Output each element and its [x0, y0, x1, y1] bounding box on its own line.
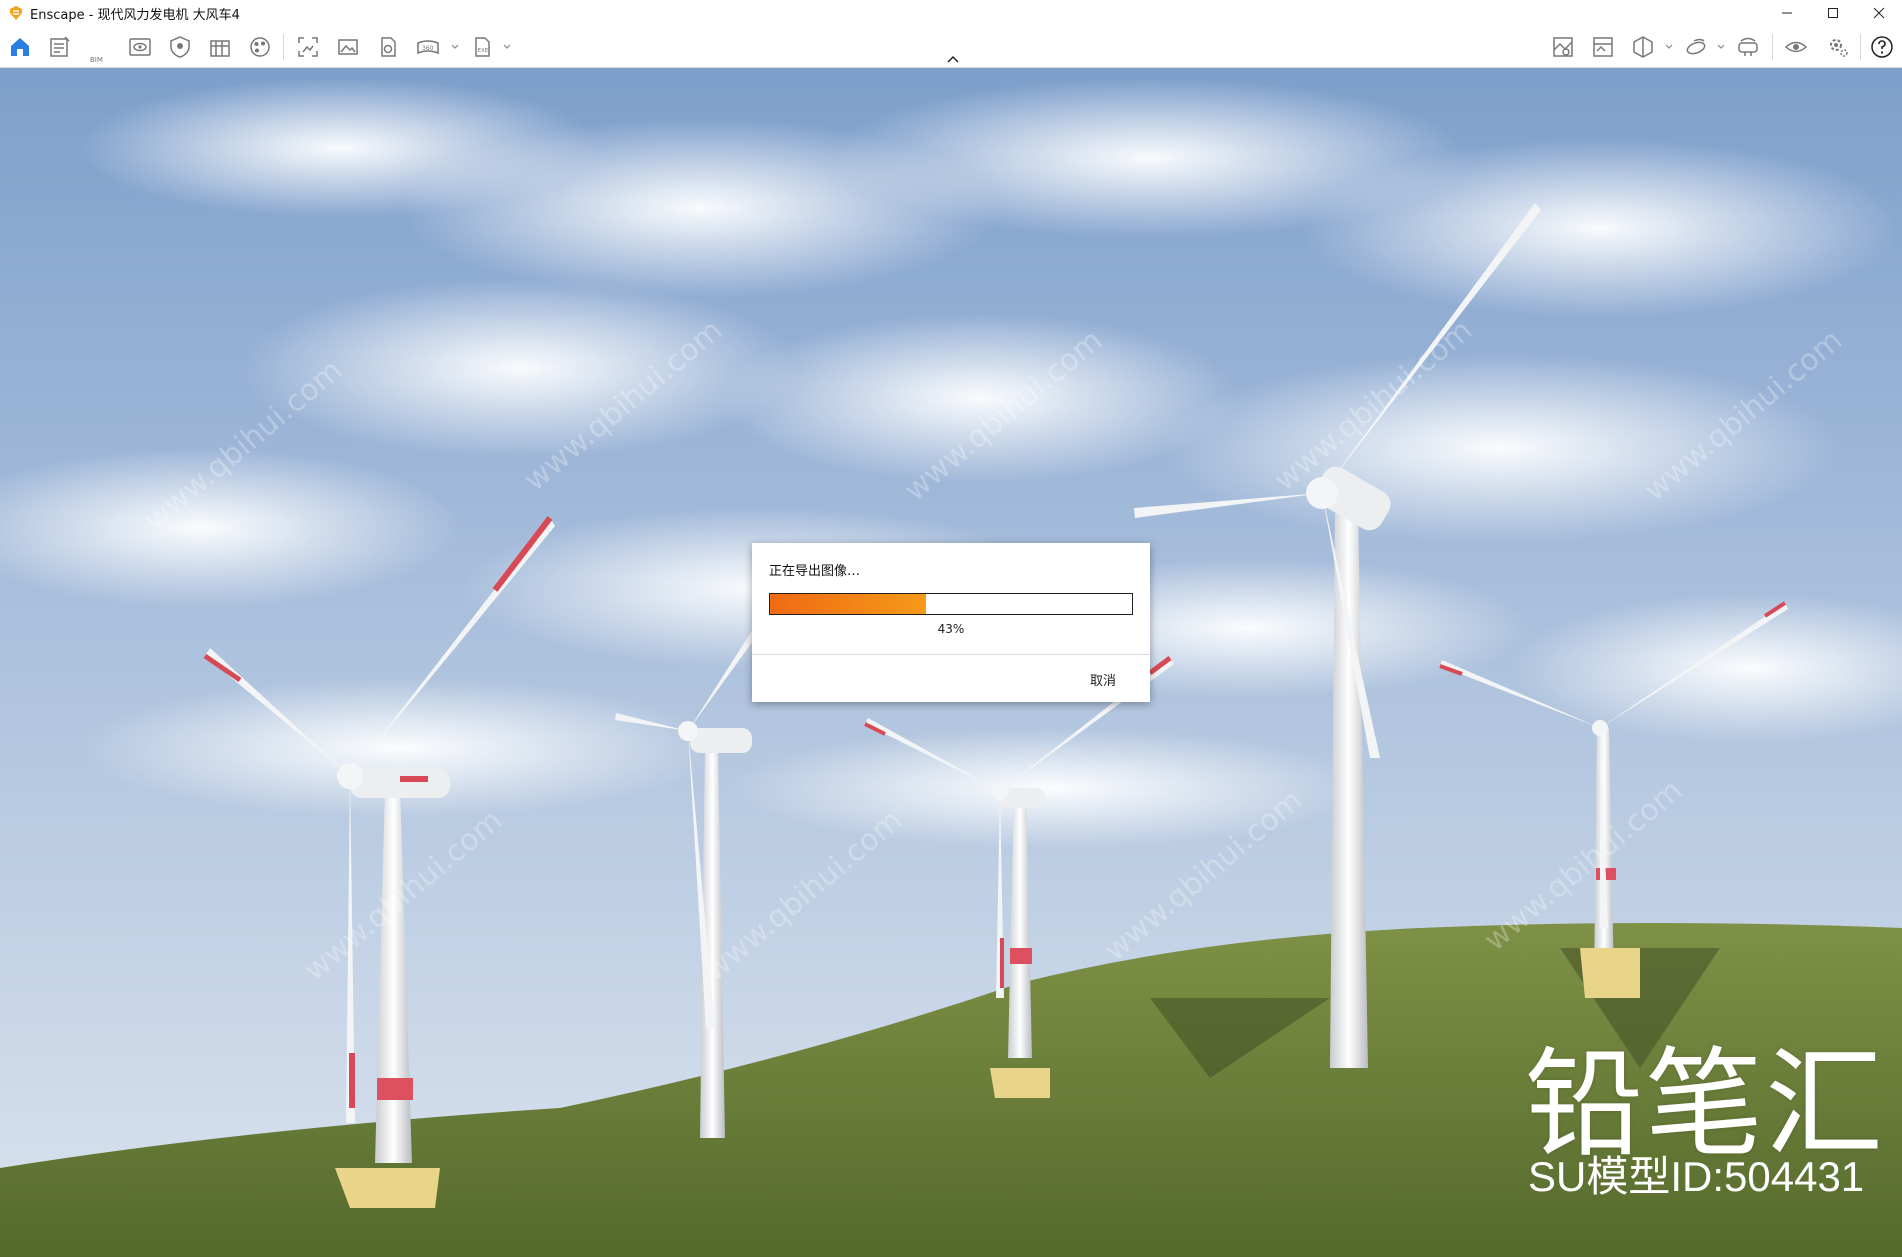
brand-watermark: 铅笔汇	[1525, 1035, 1886, 1173]
home-icon[interactable]	[8, 35, 32, 59]
help-icon[interactable]	[1870, 35, 1894, 59]
minimize-button[interactable]	[1764, 0, 1810, 26]
close-button[interactable]	[1856, 0, 1902, 26]
views-icon[interactable]	[128, 35, 152, 59]
title-bar: Enscape - 现代风力发电机 大风车4	[0, 0, 1902, 26]
export-progress-bar	[769, 593, 1133, 615]
visual-settings-icon[interactable]	[168, 35, 192, 59]
model-id-watermark: SU模型ID:504431	[1528, 1153, 1865, 1200]
dialog-title: 正在导出图像…	[769, 564, 861, 579]
render-image-icon[interactable]	[336, 35, 360, 59]
export-exe-icon[interactable]: EXE	[470, 35, 494, 59]
panorama-icon[interactable]: 360	[416, 35, 440, 59]
chevron-down-icon[interactable]	[450, 42, 460, 52]
maximize-icon	[1828, 8, 1838, 18]
toolbar-separator	[1860, 34, 1861, 60]
maximize-button[interactable]	[1810, 0, 1856, 26]
minimize-icon	[1782, 12, 1792, 14]
site-context-icon[interactable]	[1551, 35, 1575, 59]
chevron-down-icon[interactable]	[1716, 42, 1726, 52]
vr-headset-icon[interactable]	[1736, 35, 1760, 59]
image-compare-icon[interactable]	[1591, 35, 1615, 59]
dialog-divider	[752, 654, 1150, 655]
visibility-icon[interactable]	[1784, 35, 1808, 59]
batch-render-icon[interactable]	[48, 35, 72, 59]
chevron-down-icon[interactable]	[502, 42, 512, 52]
cancel-button[interactable]: 取消	[1090, 670, 1116, 689]
svg-text:EXE: EXE	[478, 48, 489, 54]
close-icon	[1873, 7, 1885, 19]
screenshot-icon[interactable]	[296, 35, 320, 59]
render-video-icon[interactable]	[376, 35, 400, 59]
toolbar: BIM 360 EXE	[0, 26, 1902, 85]
bim-label: BIM	[90, 56, 103, 64]
orbit-icon[interactable]	[1684, 35, 1708, 59]
chevron-down-icon[interactable]	[1664, 42, 1674, 52]
svg-text:360: 360	[422, 45, 434, 52]
material-editor-icon[interactable]	[248, 35, 272, 59]
collapse-toolbar-icon[interactable]	[944, 53, 962, 65]
toolbar-separator	[283, 34, 284, 60]
toolbar-separator	[1772, 34, 1773, 60]
progress-percent: 43%	[937, 622, 965, 636]
section-icon[interactable]	[1631, 35, 1655, 59]
settings-icon[interactable]	[1826, 35, 1850, 59]
window-title: Enscape - 现代风力发电机 大风车4	[30, 7, 240, 23]
progress-fill	[770, 594, 926, 614]
export-progress-dialog: 正在导出图像… 43% 取消	[752, 543, 1150, 702]
asset-library-icon[interactable]	[208, 35, 232, 59]
enscape-logo-icon	[10, 6, 22, 20]
